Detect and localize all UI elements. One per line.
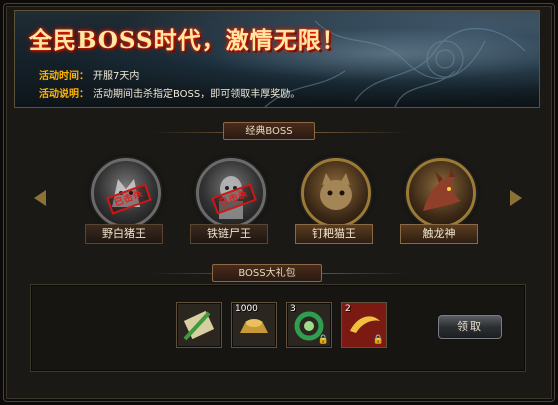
boss-card[interactable]: 钉耙猫王	[288, 158, 378, 246]
tab-classic-boss: 经典BOSS	[223, 122, 315, 140]
banner-title: 全民BOSS时代，激情无限！	[29, 27, 346, 54]
event-desc-row: 活动说明： 活动期间击杀指定BOSS，即可领取丰厚奖励。	[39, 85, 300, 100]
boss-portrait	[301, 158, 371, 228]
dragon-god-icon	[423, 167, 461, 211]
boss-card[interactable]: 已击杀 铁链尸王	[183, 158, 273, 246]
item-count: 2	[345, 304, 351, 314]
reward-slot[interactable]	[176, 302, 222, 348]
boss-name: 钉耙猫王	[295, 224, 373, 244]
claim-button[interactable]: 领取	[438, 315, 502, 339]
item-count: 3	[290, 304, 296, 314]
sword-scroll-icon	[183, 310, 215, 341]
lock-icon: 🔒	[317, 335, 329, 345]
next-arrow-icon[interactable]	[510, 190, 522, 206]
reward-slot[interactable]: 2 🔒	[341, 302, 387, 348]
event-time-label: 活动时间：	[39, 71, 89, 82]
boss-name: 铁链尸王	[190, 224, 268, 244]
boss-name: 野白猪王	[85, 224, 163, 244]
boss-name: 触龙神	[400, 224, 478, 244]
event-desc-value: 活动期间击杀指定BOSS，即可领取丰厚奖励。	[93, 89, 301, 100]
prev-arrow-icon[interactable]	[34, 190, 46, 206]
reward-slot[interactable]: 1000	[231, 302, 277, 348]
rake-cat-king-icon	[320, 173, 352, 210]
event-time-value: 开服7天内	[93, 71, 140, 82]
event-desc-label: 活动说明：	[39, 89, 89, 100]
item-count: 1000	[235, 304, 258, 314]
event-banner: 全民BOSS时代，激情无限！ 活动时间： 开服7天内 活动说明： 活动期间击杀指定B…	[14, 10, 540, 108]
boss-portrait	[406, 158, 476, 228]
reward-slot[interactable]: 3 🔒	[286, 302, 332, 348]
boss-card[interactable]: 触龙神	[393, 158, 483, 246]
tab-boss-gift: BOSS大礼包	[212, 264, 322, 282]
lock-icon: 🔒	[372, 335, 384, 345]
event-time-row: 活动时间： 开服7天内	[39, 67, 139, 82]
boss-card[interactable]: 已击杀 野白猪王	[78, 158, 168, 246]
